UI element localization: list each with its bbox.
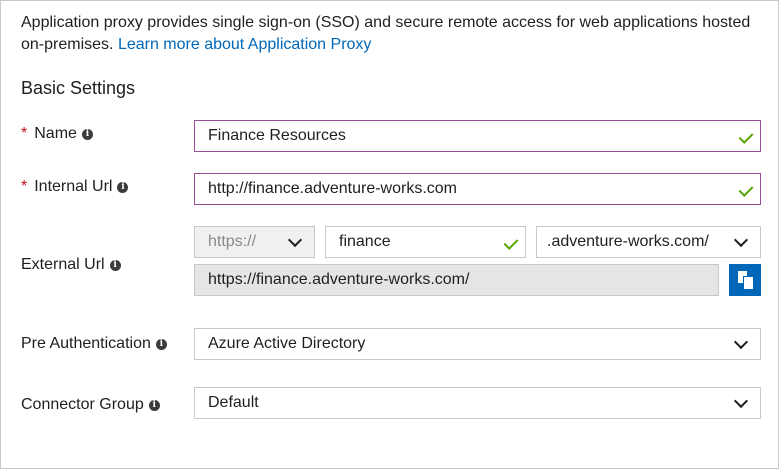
pre-authentication-label-text: Pre Authentication [21,335,151,352]
subdomain-value: finance [339,233,391,250]
external-url-label: External Url i [21,256,121,274]
subdomain-input[interactable]: finance [325,226,526,258]
internal-url-label-text: Internal Url [34,178,113,195]
connector-group-value: Default [208,394,259,411]
copy-button[interactable] [729,264,761,296]
pre-authentication-dropdown[interactable]: Azure Active Directory [194,328,761,360]
connector-group-label: Connector Group i [21,396,160,414]
info-icon[interactable]: i [109,259,121,271]
pre-authentication-value: Azure Active Directory [208,335,366,352]
required-asterisk: * [21,125,28,142]
name-input[interactable]: Finance Resources [194,120,761,152]
copy-icon-front [743,276,754,290]
info-icon[interactable]: i [155,338,167,350]
name-label: * Name i [21,125,93,143]
valid-check-icon [738,129,754,144]
chevron-down-icon [733,232,749,248]
required-asterisk: * [21,178,28,195]
chevron-down-icon [733,334,749,350]
chevron-down-icon [733,393,749,409]
domain-value: .adventure-works.com/ [547,233,709,250]
external-url-full: https://finance.adventure-works.com/ [208,271,470,288]
name-label-text: Name [34,125,77,142]
internal-url-input[interactable]: http://finance.adventure-works.com [194,173,761,205]
pre-authentication-label: Pre Authentication i [21,335,167,353]
domain-dropdown[interactable]: .adventure-works.com/ [536,226,761,258]
internal-url-value: http://finance.adventure-works.com [208,180,458,197]
info-icon[interactable]: i [117,181,129,193]
intro-text: Application proxy provides single sign-o… [21,12,761,56]
external-url-label-text: External Url [21,256,105,273]
connector-group-label-text: Connector Group [21,396,144,413]
chevron-down-icon [287,232,303,248]
external-url-readonly: https://finance.adventure-works.com/ [194,264,719,296]
scheme-dropdown[interactable]: https:// [194,226,315,258]
info-icon[interactable]: i [148,399,160,411]
connector-group-dropdown[interactable]: Default [194,387,761,419]
settings-panel: Application proxy provides single sign-o… [0,0,779,469]
section-title: Basic Settings [21,78,136,98]
info-icon[interactable]: i [81,128,93,140]
scheme-value: https:// [208,233,257,250]
valid-check-icon [503,235,519,250]
name-input-value: Finance Resources [208,127,346,144]
internal-url-label: * Internal Url i [21,178,129,196]
learn-more-link[interactable]: Learn more about Application Proxy [118,36,371,53]
valid-check-icon [738,182,754,197]
